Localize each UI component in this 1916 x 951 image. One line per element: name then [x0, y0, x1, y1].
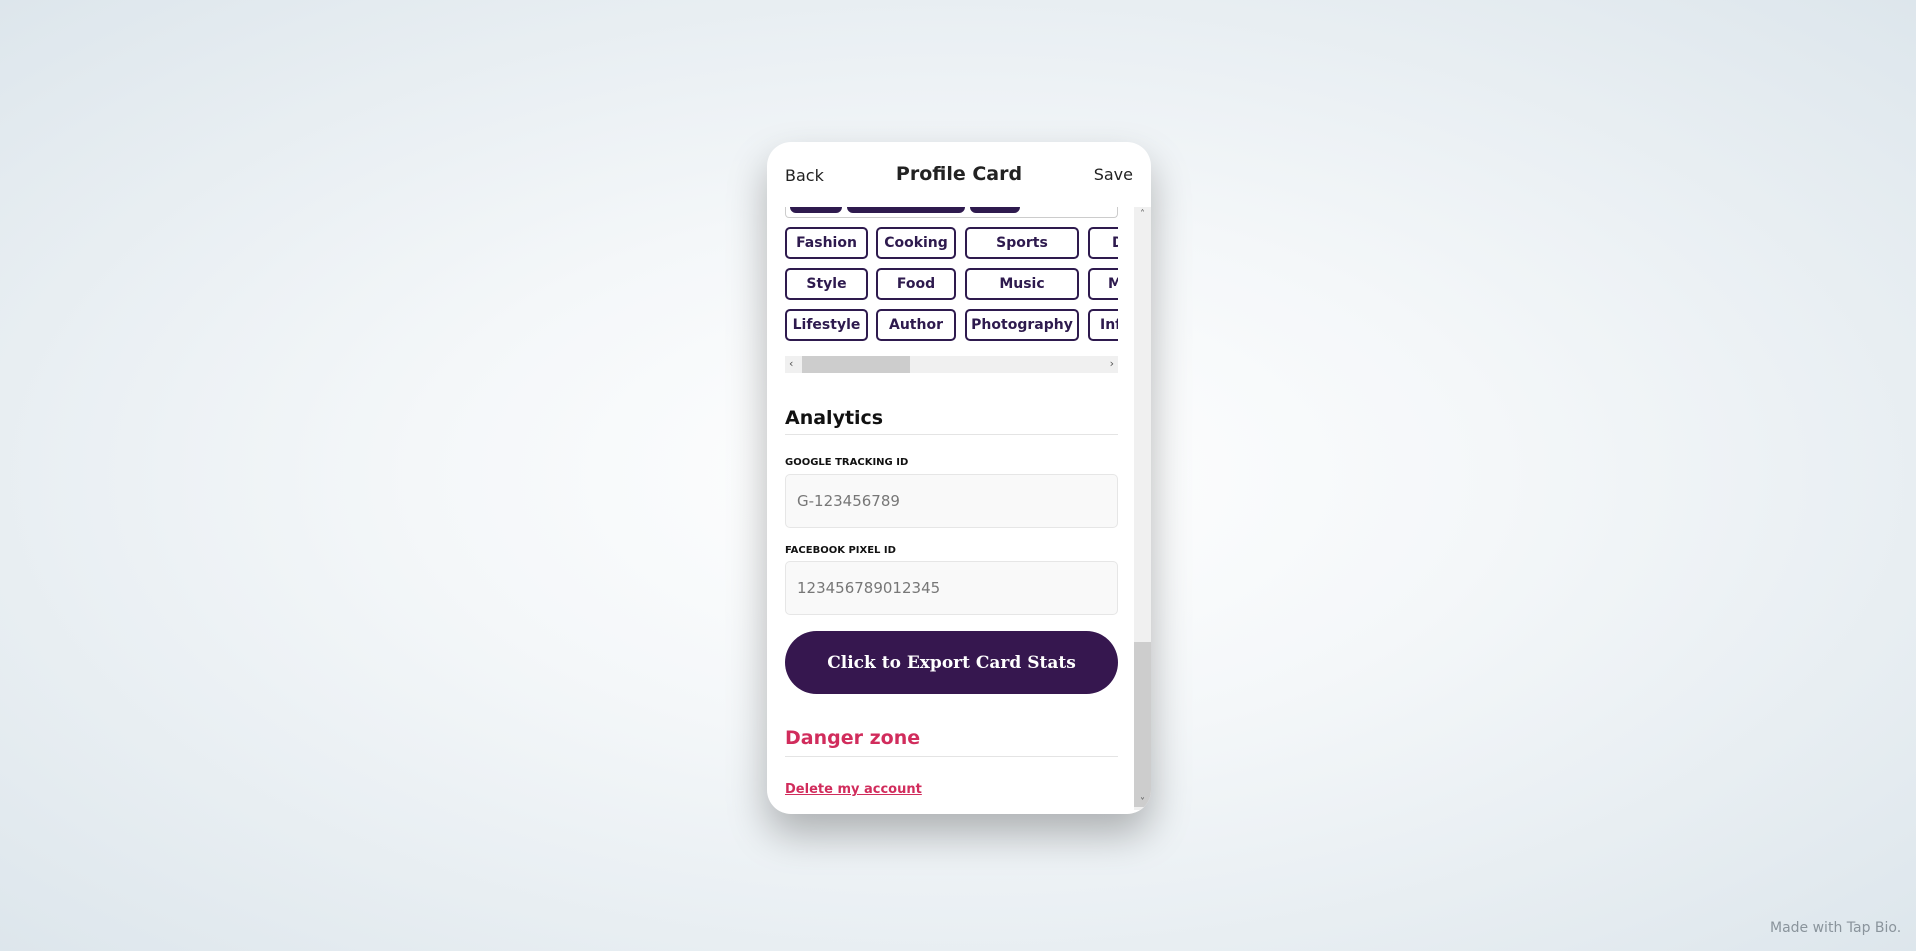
scroll-right-icon[interactable]: › — [1110, 357, 1114, 370]
tag-sports[interactable]: Sports — [965, 227, 1079, 259]
horizontal-scroll-thumb[interactable] — [802, 356, 910, 373]
tag-fashion[interactable]: Fashion — [785, 227, 868, 259]
export-stats-button[interactable]: Click to Export Card Stats — [785, 631, 1118, 694]
selected-tag[interactable] — [970, 207, 1020, 213]
analytics-heading: Analytics — [785, 407, 884, 429]
divider — [785, 756, 1118, 757]
profile-card-panel: Back Profile Card Save Fashion Cooking S… — [767, 142, 1151, 814]
tag-music[interactable]: Music — [965, 268, 1079, 300]
tag-author[interactable]: Author — [876, 309, 956, 341]
scroll-down-icon[interactable]: ˅ — [1134, 797, 1151, 808]
tag-cooking[interactable]: Cooking — [876, 227, 956, 259]
vertical-scrollbar[interactable]: ˄ ˅ — [1134, 207, 1151, 810]
save-button[interactable]: Save — [1094, 165, 1133, 184]
selected-tag[interactable] — [847, 207, 965, 213]
google-tracking-input[interactable] — [785, 474, 1118, 528]
header: Back Profile Card Save — [767, 142, 1151, 207]
tag-food[interactable]: Food — [876, 268, 956, 300]
tag-photography[interactable]: Photography — [965, 309, 1079, 341]
facebook-pixel-input[interactable] — [785, 561, 1118, 615]
tag-options: Fashion Cooking Sports D Style Food Musi… — [785, 227, 1118, 345]
tag-style[interactable]: Style — [785, 268, 868, 300]
tag-partial[interactable]: M — [1088, 268, 1118, 300]
selected-tags-box — [785, 207, 1118, 218]
danger-zone-heading: Danger zone — [785, 727, 921, 749]
facebook-pixel-label: FACEBOOK PIXEL ID — [785, 545, 896, 556]
horizontal-scrollbar[interactable]: ‹ › — [785, 356, 1118, 373]
tag-partial[interactable]: D — [1088, 227, 1118, 259]
scroll-left-icon[interactable]: ‹ — [789, 357, 793, 370]
vertical-scroll-thumb[interactable] — [1134, 642, 1151, 807]
selected-tag[interactable] — [790, 207, 842, 213]
scroll-up-icon[interactable]: ˄ — [1134, 209, 1151, 220]
google-tracking-label: GOOGLE TRACKING ID — [785, 457, 909, 468]
divider — [785, 434, 1118, 435]
made-with-footer[interactable]: Made with Tap Bio. — [1770, 920, 1901, 936]
tag-lifestyle[interactable]: Lifestyle — [785, 309, 868, 341]
delete-account-link[interactable]: Delete my account — [785, 782, 922, 797]
tag-partial[interactable]: Inf — [1088, 309, 1118, 341]
